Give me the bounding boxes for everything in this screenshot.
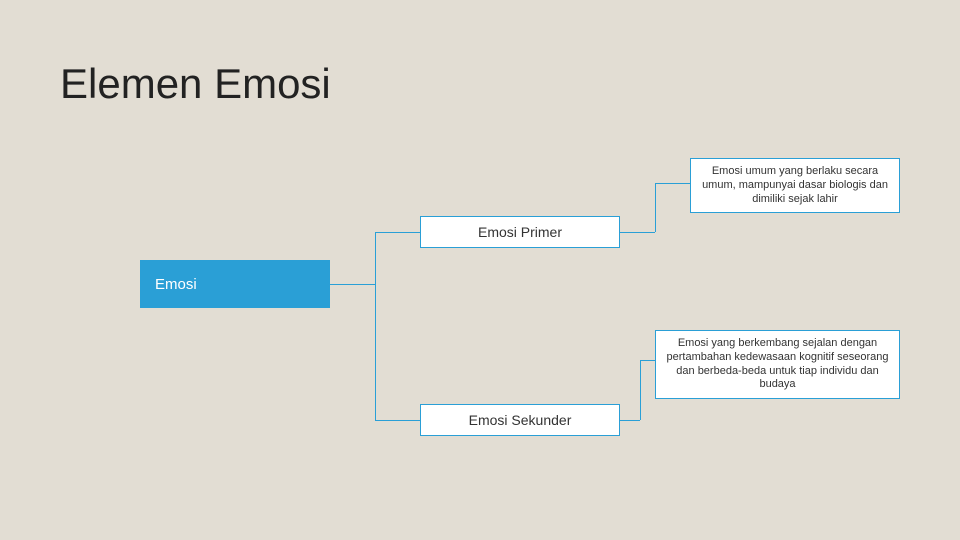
diagram-root-node: Emosi [140,260,330,308]
diagram-desc-primer: Emosi umum yang berlaku secara umum, mam… [690,158,900,213]
diagram-branch-sekunder-label: Emosi Sekunder [469,412,572,428]
diagram-desc-primer-text: Emosi umum yang berlaku secara umum, mam… [699,165,891,206]
diagram-branch-primer: Emosi Primer [420,216,620,248]
connector [640,360,641,420]
diagram-root-label: Emosi [155,276,197,293]
connector [620,420,640,421]
diagram-branch-primer-label: Emosi Primer [478,224,562,240]
connector [375,232,376,420]
diagram-branch-sekunder: Emosi Sekunder [420,404,620,436]
diagram-desc-sekunder-text: Emosi yang berkembang sejalan dengan per… [664,337,891,392]
page-title: Elemen Emosi [60,60,331,108]
connector [620,232,655,233]
connector [655,183,656,232]
connector [655,183,690,184]
connector [375,232,420,233]
diagram-desc-sekunder: Emosi yang berkembang sejalan dengan per… [655,330,900,399]
connector [330,284,375,285]
connector [375,420,420,421]
connector [640,360,655,361]
